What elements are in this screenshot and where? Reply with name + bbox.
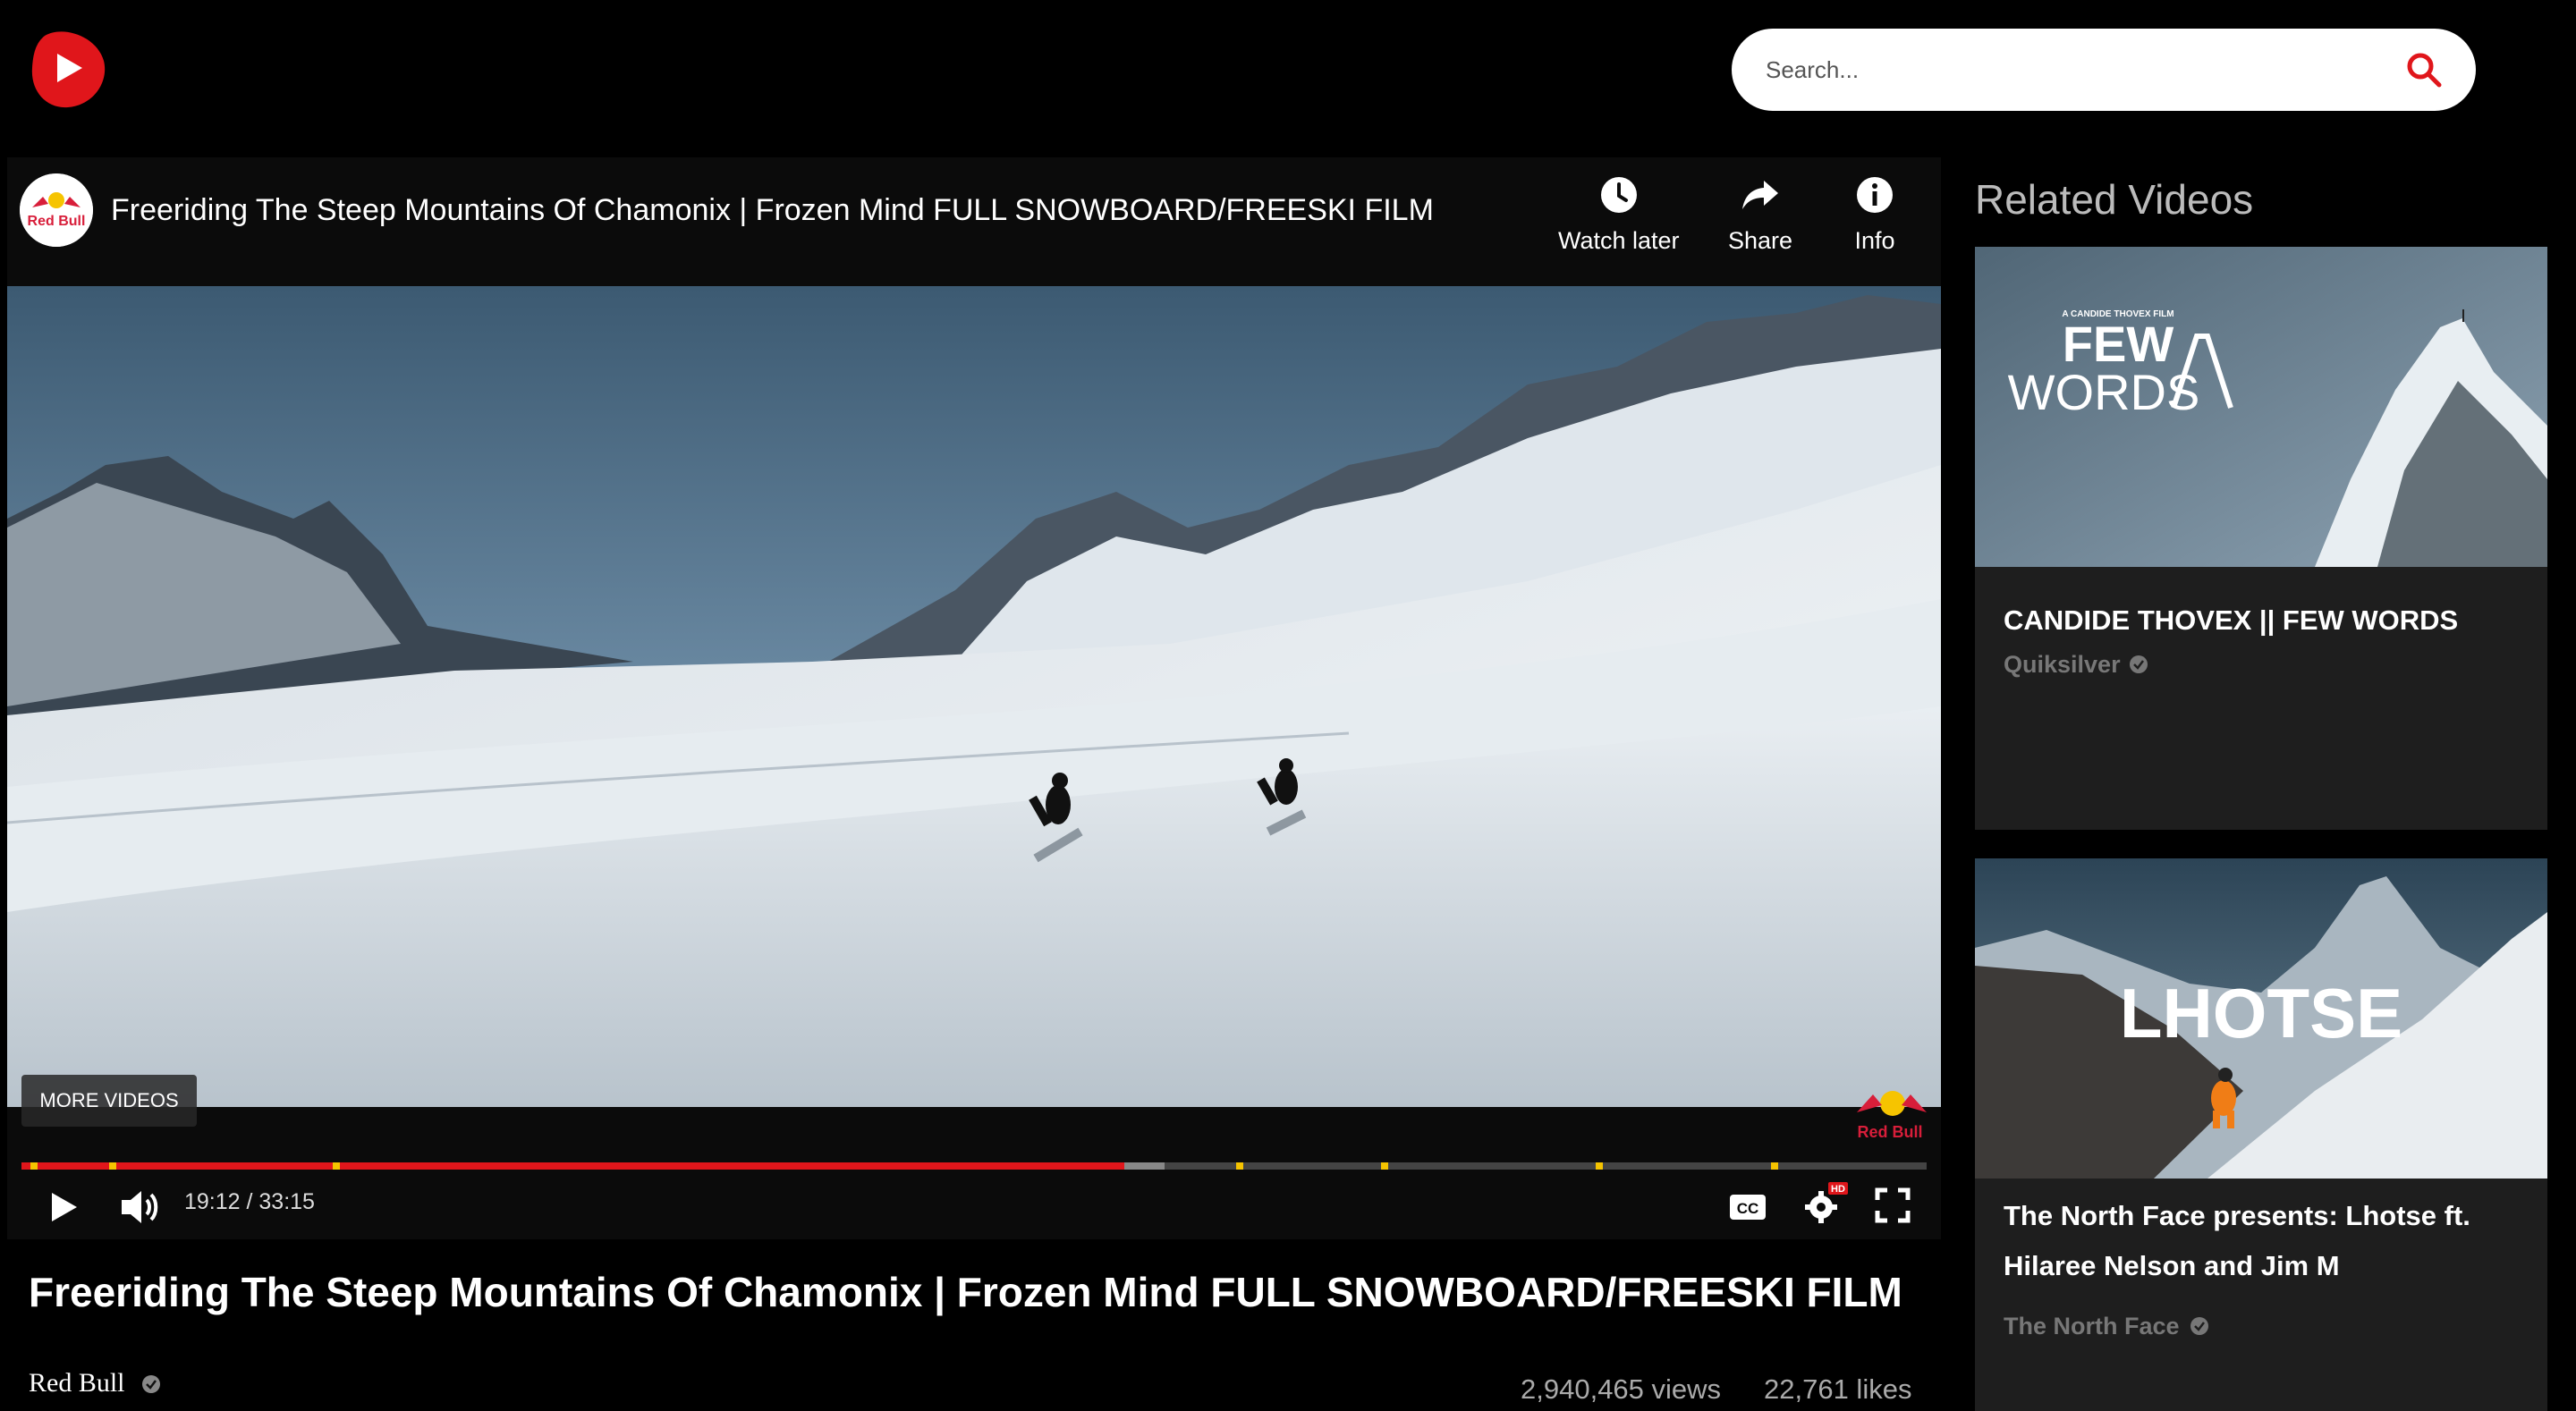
- related-video-card[interactable]: LHOTSE The North Face presents: Lhotse f…: [1975, 858, 2547, 1411]
- watch-later-label: Watch later: [1558, 227, 1680, 254]
- player-title[interactable]: Freeriding The Steep Mountains Of Chamon…: [111, 193, 1434, 228]
- clock-icon: [1600, 177, 1637, 213]
- share-label: Share: [1728, 227, 1793, 254]
- related-title[interactable]: The North Face presents: Lhotse ft. Hila…: [2004, 1191, 2470, 1291]
- chapter-marker: [1771, 1162, 1778, 1170]
- view-count: 2,940,465 views: [1521, 1373, 1722, 1405]
- time-display: 19:12 / 33:15: [184, 1189, 315, 1214]
- related-channel[interactable]: Quiksilver: [2004, 651, 2121, 679]
- search-bar[interactable]: [1732, 29, 2476, 111]
- chapter-marker: [1596, 1162, 1603, 1170]
- related-title-line: Hilaree Nelson and Jim M: [2004, 1250, 2340, 1281]
- share-arrow-icon: [1742, 181, 1779, 209]
- search-icon[interactable]: [2404, 50, 2444, 89]
- related-video-card[interactable]: A CANDIDE THOVEX FILM FEW WORDS CANDIDE …: [1975, 247, 2547, 830]
- video-thumbnail[interactable]: A CANDIDE THOVEX FILM FEW WORDS: [1975, 247, 2547, 567]
- chapter-marker: [333, 1162, 340, 1170]
- related-title-line: The North Face presents: Lhotse ft.: [2004, 1200, 2470, 1231]
- video-thumbnail[interactable]: LHOTSE: [1975, 858, 2547, 1179]
- app-logo-icon[interactable]: [27, 27, 109, 109]
- verified-check-icon: [142, 1375, 160, 1393]
- video-frame[interactable]: [7, 286, 1941, 1107]
- watermark-text: Red Bull: [1857, 1123, 1922, 1141]
- watch-later-button[interactable]: Watch later: [1558, 173, 1680, 255]
- fullscreen-icon[interactable]: [1875, 1187, 1911, 1223]
- svg-text:HD: HD: [1831, 1184, 1845, 1195]
- thumb-lhotse-text: LHOTSE: [2120, 974, 2402, 1052]
- volume-icon[interactable]: [118, 1187, 161, 1227]
- video-title: Freeriding The Steep Mountains Of Chamon…: [29, 1269, 1902, 1315]
- chapter-marker: [109, 1162, 116, 1170]
- verified-check-icon: [2130, 655, 2148, 673]
- thumb-words-text: WORDS: [2008, 364, 2200, 420]
- share-button[interactable]: Share: [1728, 173, 1792, 255]
- search-input[interactable]: [1766, 48, 2374, 91]
- red-bull-watermark-icon: Red Bull: [1850, 1082, 1930, 1145]
- progress-bar[interactable]: [21, 1162, 1927, 1170]
- chapter-marker: [1381, 1162, 1388, 1170]
- related-channel[interactable]: The North Face: [2004, 1313, 2180, 1340]
- verified-check-icon: [2190, 1317, 2208, 1335]
- play-button[interactable]: [48, 1189, 80, 1225]
- related-title[interactable]: CANDIDE THOVEX || FEW WORDS: [2004, 596, 2458, 646]
- svg-text:CC: CC: [1737, 1200, 1759, 1217]
- info-label: Info: [1854, 227, 1895, 254]
- channel-avatar[interactable]: Red Bull: [20, 173, 93, 247]
- channel-name[interactable]: Red Bull: [29, 1368, 125, 1398]
- video-player: Red Bull Freeriding The Steep Mountains …: [7, 157, 1941, 1239]
- chapter-marker: [30, 1162, 38, 1170]
- captions-icon[interactable]: CC: [1728, 1191, 1767, 1223]
- avatar-text: Red Bull: [28, 214, 86, 229]
- info-icon: [1857, 177, 1893, 213]
- settings-gear-icon[interactable]: HD: [1801, 1180, 1850, 1227]
- player-top-bar: Red Bull Freeriding The Steep Mountains …: [7, 157, 1941, 286]
- more-videos-button[interactable]: MORE VIDEOS: [21, 1075, 197, 1127]
- played-fill: [21, 1162, 1125, 1170]
- chapter-marker: [1236, 1162, 1243, 1170]
- related-videos-heading: Related Videos: [1975, 176, 2254, 223]
- info-button[interactable]: Info: [1853, 173, 1896, 255]
- like-count: 22,761 likes: [1764, 1373, 1912, 1405]
